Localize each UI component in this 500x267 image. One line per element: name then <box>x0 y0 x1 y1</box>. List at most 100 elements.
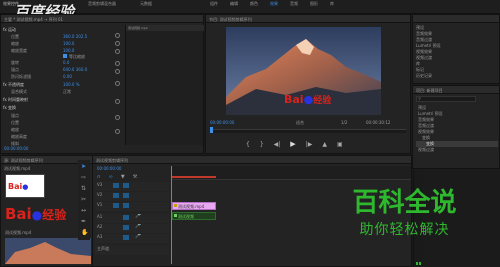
side-panel-list: 预设 音频效果 音频过渡 Lumetri 预设 视频效果 视频过渡 库 标记 历… <box>416 25 496 79</box>
prop-anchor-2[interactable]: 锚点 <box>11 113 61 119</box>
tab-metadata[interactable]: 元数据 <box>140 1 160 6</box>
prop-anchor[interactable]: 锚点 <box>11 67 61 73</box>
fx-transform[interactable]: fx 变换 <box>3 105 63 111</box>
track-mute-icon[interactable] <box>123 215 129 220</box>
program-timecode-left[interactable]: 00:00:00:00 <box>210 120 250 125</box>
track-eye-icon[interactable] <box>123 183 129 188</box>
reset-icon[interactable] <box>115 49 120 54</box>
workspace-audio[interactable]: 音频 <box>290 1 306 6</box>
timeline-clip-audio[interactable]: 测试视频 <box>172 212 216 220</box>
program-scrubber[interactable] <box>210 127 406 133</box>
ripple-edit-icon[interactable]: ⇅ <box>81 185 86 192</box>
pen-icon[interactable]: ✒ <box>81 218 86 225</box>
tab-audio-mixer[interactable]: 音频剪辑混合器 <box>88 1 138 6</box>
mic-icon[interactable]: 🎤 <box>135 224 141 229</box>
selection-tool-icon[interactable]: ➤ <box>81 163 86 170</box>
effect-controls-panel: 主要 * 测试视频.mp4 → 序列 01 fx 运动 位置 缩放 缩放宽度 旋… <box>0 14 204 154</box>
prop-position[interactable]: 位置 <box>11 34 61 40</box>
reset-icon[interactable] <box>115 69 120 74</box>
reset-icon[interactable] <box>115 115 120 120</box>
prop-blend-mode[interactable]: 混合模式 <box>11 89 61 95</box>
play-icon[interactable]: ▶ <box>290 140 295 148</box>
program-video-frame[interactable]: Bai●经验 <box>226 27 381 115</box>
timeline-clip-video[interactable]: 测试视频.mp4 <box>172 202 216 210</box>
fx-time-remap[interactable]: fx 时间重映射 <box>3 97 63 103</box>
track-select-icon[interactable]: ⇨ <box>81 174 86 181</box>
linked-icon[interactable]: ∞ <box>109 174 113 180</box>
paw-icon: ● <box>22 183 29 191</box>
project-search-input[interactable]: ⚲ <box>416 96 476 102</box>
hand-icon[interactable]: ✋ <box>81 229 88 236</box>
track-lock-icon[interactable] <box>113 183 119 188</box>
wrench-icon[interactable]: ⚒ <box>133 174 137 180</box>
mark-out-icon[interactable]: } <box>260 141 264 148</box>
value-anchor[interactable]: 640.0 360.0 <box>63 67 118 73</box>
step-forward-icon[interactable]: |▶ <box>306 141 313 148</box>
reset-icon[interactable] <box>115 61 120 66</box>
side-item[interactable]: 历史记录 <box>416 73 496 79</box>
track-lock-icon[interactable] <box>113 203 119 208</box>
track-v2[interactable]: V2 <box>95 192 169 201</box>
source-thumbnail[interactable]: Bai● <box>5 174 45 198</box>
step-back-icon[interactable]: ◀| <box>274 141 281 148</box>
track-v3[interactable]: V3 <box>95 182 169 191</box>
value-rotation[interactable]: 0.0 <box>63 60 118 66</box>
workspace-graphics[interactable]: 图形 <box>310 1 326 6</box>
marker-icon[interactable]: ▼ <box>121 174 125 180</box>
workspace-edit[interactable]: 编辑 <box>230 1 246 6</box>
prop-scale-2[interactable]: 缩放 <box>11 127 61 133</box>
track-lock-icon[interactable] <box>113 193 119 198</box>
track-eye-icon[interactable] <box>123 203 129 208</box>
timeline-ruler[interactable] <box>171 166 411 264</box>
prop-scale[interactable]: 缩放 <box>11 41 61 47</box>
program-fit-select[interactable]: 适合 <box>296 120 314 125</box>
track-a2[interactable]: A2 🎤 <box>95 224 169 233</box>
reset-icon[interactable] <box>115 41 120 46</box>
effect-controls-timecode[interactable]: 00:00:00:00 <box>4 146 44 151</box>
prop-antiflicker[interactable]: 防闪烁滤镜 <box>11 74 61 80</box>
playhead-icon[interactable] <box>210 127 213 133</box>
value-scale[interactable]: 100.0 <box>63 41 118 47</box>
reset-icon[interactable] <box>115 129 120 134</box>
razor-icon[interactable]: ✂ <box>81 196 86 203</box>
source-mountain-thumb[interactable] <box>5 238 91 264</box>
mic-icon[interactable]: 🎤 <box>135 214 141 219</box>
value-position[interactable]: 360.0 202.5 <box>63 34 118 40</box>
workspace-effects[interactable]: 效果 <box>270 1 286 6</box>
prop-scale-height[interactable]: 缩放高度 <box>11 134 61 140</box>
value-antiflicker[interactable]: 0.00 <box>63 74 118 80</box>
workspace-components[interactable]: 组件 <box>210 1 226 6</box>
track-v1[interactable]: V1 <box>95 202 169 211</box>
tree-item[interactable]: 视频过渡 <box>416 147 498 153</box>
slip-icon[interactable]: ↔ <box>81 207 86 214</box>
track-a1[interactable]: A1 🎤 <box>95 214 169 223</box>
timeline-timecode[interactable]: 00:00:00:00 <box>97 166 137 171</box>
snap-icon[interactable]: ∩ <box>97 174 101 180</box>
fx-opacity[interactable]: fx 不透明度 <box>3 82 63 88</box>
lift-icon[interactable]: ▲ <box>322 141 327 148</box>
mic-icon[interactable]: 🎤 <box>135 234 141 239</box>
track-a3[interactable]: A3 🎤 <box>95 234 169 243</box>
effect-controls-header: 主要 * 测试视频.mp4 → 序列 01 <box>4 17 64 22</box>
work-area-bar[interactable] <box>171 176 216 178</box>
track-master[interactable]: 主声道 <box>95 246 169 255</box>
prop-position-2[interactable]: 位置 <box>11 120 61 126</box>
mark-in-icon[interactable]: { <box>246 141 250 148</box>
value-opacity[interactable]: 100.0 % <box>63 82 118 88</box>
value-blend-mode[interactable]: 正常 <box>63 89 118 95</box>
reset-icon[interactable] <box>115 81 120 86</box>
workspace-libraries[interactable]: 库 <box>330 1 346 6</box>
prop-scale-width[interactable]: 缩放宽度 <box>11 48 61 54</box>
export-frame-icon[interactable]: ▣ <box>337 141 343 148</box>
effect-mini-timeline[interactable]: 测试视频.mp4 <box>125 25 204 145</box>
track-mute-icon[interactable] <box>123 235 129 240</box>
track-mute-icon[interactable] <box>123 225 129 230</box>
track-eye-icon[interactable] <box>123 193 129 198</box>
baike-title: 百科全说 <box>352 188 457 218</box>
reset-icon[interactable] <box>115 99 120 104</box>
reset-icon[interactable] <box>115 33 120 38</box>
program-monitor-panel: 节目: 测试视频剪辑序列 Bai●经验 00:00:00:00 适合 1/2 0… <box>205 14 411 154</box>
fx-motion[interactable]: fx 运动 <box>3 27 63 33</box>
prop-rotation[interactable]: 旋转 <box>11 60 61 66</box>
workspace-color[interactable]: 颜色 <box>250 1 266 6</box>
